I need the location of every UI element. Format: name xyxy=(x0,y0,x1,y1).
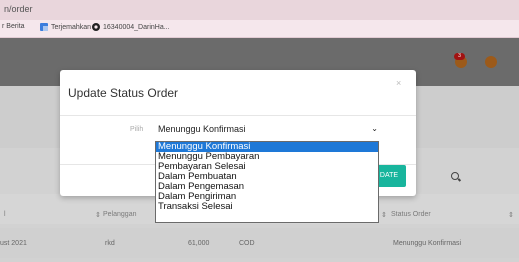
col-pelanggan: Pelanggan xyxy=(103,211,137,218)
translate-icon xyxy=(40,23,48,31)
select-value: Menunggu Konfirmasi xyxy=(158,124,246,134)
bookmark-label: 16340004_DarinHa... xyxy=(103,23,170,31)
sort-icon[interactable]: ⇕ xyxy=(95,211,101,219)
sort-icon[interactable]: ⇕ xyxy=(508,211,514,219)
sort-icon[interactable]: ⇕ xyxy=(381,211,387,219)
divider xyxy=(60,115,416,116)
bookmarks-bar: r Berita Terjemahkan 16340004_DarinHa... xyxy=(0,20,519,54)
status-dropdown-list[interactable]: Menunggu Konfirmasi Menunggu Pembayaran Pe… xyxy=(155,141,379,223)
bookmark-berita[interactable]: r Berita xyxy=(2,23,25,30)
bookmark-label: r Berita xyxy=(2,23,25,30)
cell-payment: COD xyxy=(239,240,255,247)
notification-bell-icon[interactable]: 3 xyxy=(454,53,469,70)
user-avatar-icon[interactable] xyxy=(485,56,499,70)
cell-customer: rkd xyxy=(105,240,115,247)
notification-count: 3 xyxy=(454,53,465,60)
cell-date: ust 2021 xyxy=(0,240,27,247)
address-bar[interactable]: n/order xyxy=(0,0,519,20)
chevron-down-icon: ⌄ xyxy=(371,124,378,133)
cell-status: Menunggu Konfirmasi xyxy=(393,240,462,247)
modal-title: Update Status Order xyxy=(68,86,179,100)
bookmark-github[interactable]: 16340004_DarinHa... xyxy=(92,23,170,31)
url-text: n/order xyxy=(4,4,33,14)
bookmark-terjemahkan[interactable]: Terjemahkan xyxy=(40,23,91,31)
status-select[interactable]: Menunggu Konfirmasi ⌄ xyxy=(155,121,380,137)
close-icon[interactable]: × xyxy=(396,78,401,88)
search-icon[interactable] xyxy=(451,172,459,180)
table-row: ust 2021 rkd 61,000 COD Menunggu Konfirm… xyxy=(0,228,519,258)
cell-total: 61,000 xyxy=(188,240,210,247)
github-icon xyxy=(92,23,100,31)
bookmark-label: Terjemahkan xyxy=(51,23,92,31)
col-date: l xyxy=(4,211,6,218)
col-status-order: Status Order xyxy=(391,211,431,218)
dropdown-option[interactable]: Transaksi Selesai xyxy=(156,202,378,212)
field-label: Pilih xyxy=(130,126,144,133)
